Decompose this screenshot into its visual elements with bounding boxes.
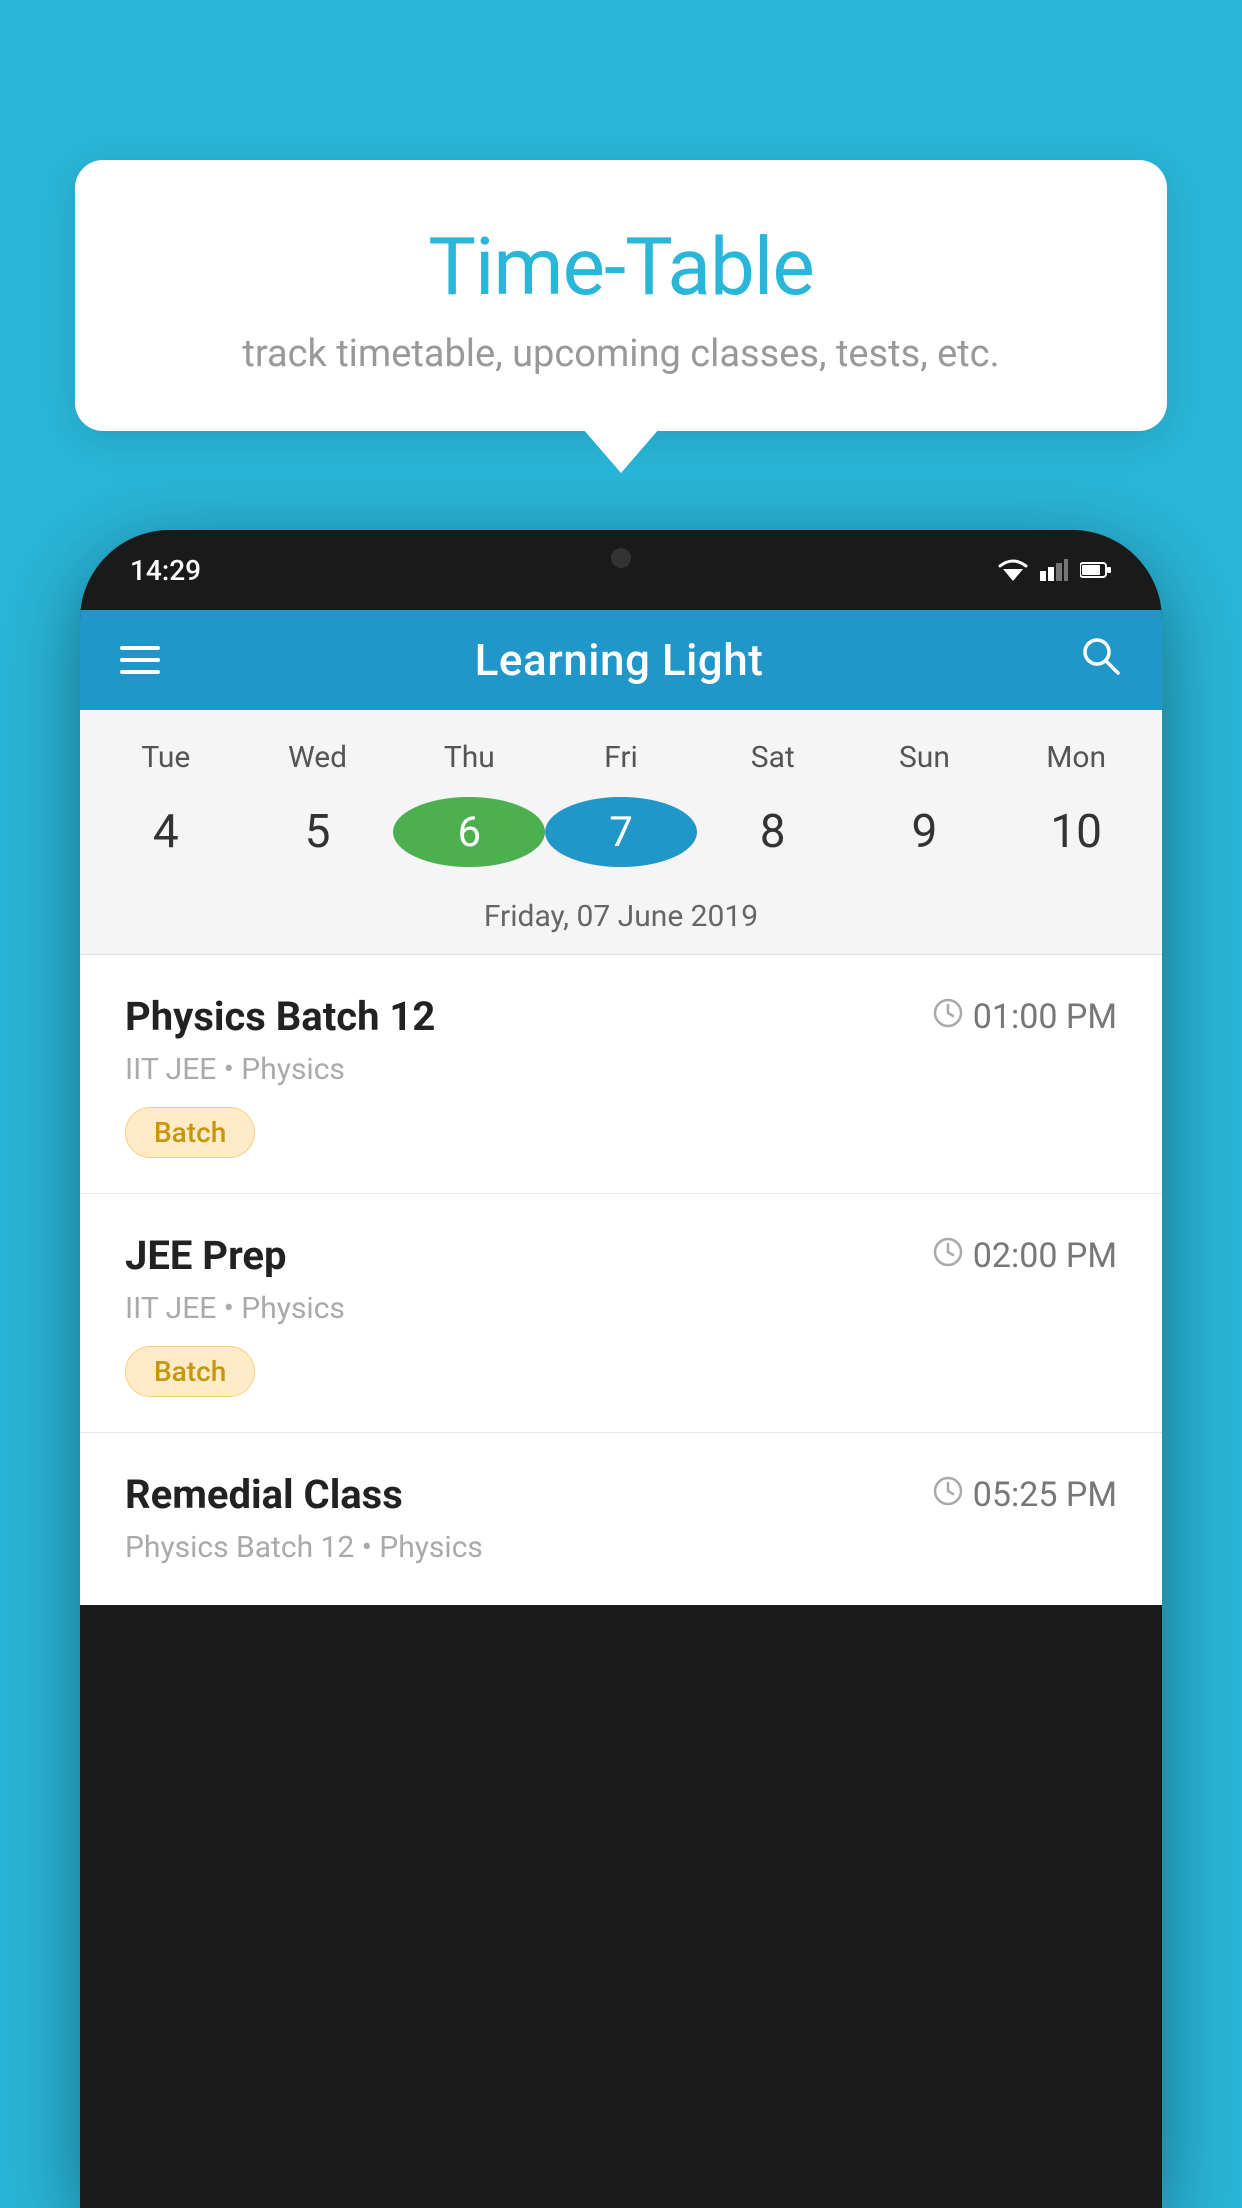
schedule-item-jee-prep[interactable]: JEE Prep 02:00 PM IIT JEE • Physics Batc… bbox=[80, 1194, 1162, 1433]
status-bar: 14:29 bbox=[80, 530, 1162, 610]
schedule-name: Physics Batch 12 bbox=[125, 993, 435, 1040]
schedule-name-3: Remedial Class bbox=[125, 1471, 403, 1518]
day-label-tue: Tue bbox=[90, 730, 242, 785]
schedule-time-2: 02:00 PM bbox=[933, 1236, 1117, 1276]
schedule-item-header: Physics Batch 12 01:00 PM bbox=[125, 993, 1117, 1040]
day-7-selected[interactable]: 7 bbox=[545, 797, 697, 867]
clock-icon-3 bbox=[933, 1476, 963, 1514]
day-label-wed: Wed bbox=[242, 730, 394, 785]
schedule-item-header-3: Remedial Class 05:25 PM bbox=[125, 1471, 1117, 1518]
phone-frame: 14:29 bbox=[80, 530, 1162, 2208]
day-numbers: 4 5 6 7 8 9 10 bbox=[80, 785, 1162, 889]
search-icon[interactable] bbox=[1078, 633, 1122, 688]
day-10[interactable]: 10 bbox=[1000, 795, 1152, 869]
day-5[interactable]: 5 bbox=[242, 795, 394, 869]
schedule-item-header-2: JEE Prep 02:00 PM bbox=[125, 1232, 1117, 1279]
schedule-item-remedial[interactable]: Remedial Class 05:25 PM Physics Batch 12… bbox=[80, 1433, 1162, 1605]
batch-badge-2: Batch bbox=[125, 1346, 255, 1397]
tooltip-title: Time-Table bbox=[125, 220, 1117, 314]
schedule-item-physics-batch[interactable]: Physics Batch 12 01:00 PM IIT JEE • Phys… bbox=[80, 955, 1162, 1194]
calendar-strip: Tue Wed Thu Fri Sat Sun Mon 4 5 6 7 8 9 … bbox=[80, 710, 1162, 955]
day-label-fri: Fri bbox=[545, 730, 697, 785]
battery-icon bbox=[1080, 561, 1112, 579]
clock-icon-2 bbox=[933, 1237, 963, 1275]
clock-icon bbox=[933, 998, 963, 1036]
schedule-sub-3: Physics Batch 12 • Physics bbox=[125, 1530, 1117, 1565]
schedule-time: 01:00 PM bbox=[933, 997, 1117, 1037]
schedule-sub-2: IIT JEE • Physics bbox=[125, 1291, 1117, 1326]
day-label-sun: Sun bbox=[849, 730, 1001, 785]
hamburger-menu-button[interactable] bbox=[120, 646, 160, 674]
signal-icon bbox=[1040, 559, 1068, 581]
batch-badge: Batch bbox=[125, 1107, 255, 1158]
schedule-sub: IIT JEE • Physics bbox=[125, 1052, 1117, 1087]
tooltip-subtitle: track timetable, upcoming classes, tests… bbox=[125, 332, 1117, 376]
day-4[interactable]: 4 bbox=[90, 795, 242, 869]
schedule-list: Physics Batch 12 01:00 PM IIT JEE • Phys… bbox=[80, 955, 1162, 1605]
schedule-name-2: JEE Prep bbox=[125, 1232, 286, 1279]
day-8[interactable]: 8 bbox=[697, 795, 849, 869]
day-6-today[interactable]: 6 bbox=[393, 797, 545, 867]
day-labels: Tue Wed Thu Fri Sat Sun Mon bbox=[80, 730, 1162, 785]
app-title: Learning Light bbox=[475, 634, 764, 686]
day-label-sat: Sat bbox=[697, 730, 849, 785]
day-label-thu: Thu bbox=[393, 730, 545, 785]
day-label-mon: Mon bbox=[1000, 730, 1152, 785]
wifi-icon bbox=[998, 559, 1028, 581]
schedule-time-3: 05:25 PM bbox=[933, 1475, 1117, 1515]
app-header: Learning Light bbox=[80, 610, 1162, 710]
status-time: 14:29 bbox=[130, 554, 201, 587]
camera-dot bbox=[611, 548, 631, 568]
selected-date-label: Friday, 07 June 2019 bbox=[80, 889, 1162, 955]
notch bbox=[556, 530, 686, 585]
day-9[interactable]: 9 bbox=[849, 795, 1001, 869]
status-icons bbox=[998, 559, 1112, 581]
tooltip-card: Time-Table track timetable, upcoming cla… bbox=[75, 160, 1167, 431]
